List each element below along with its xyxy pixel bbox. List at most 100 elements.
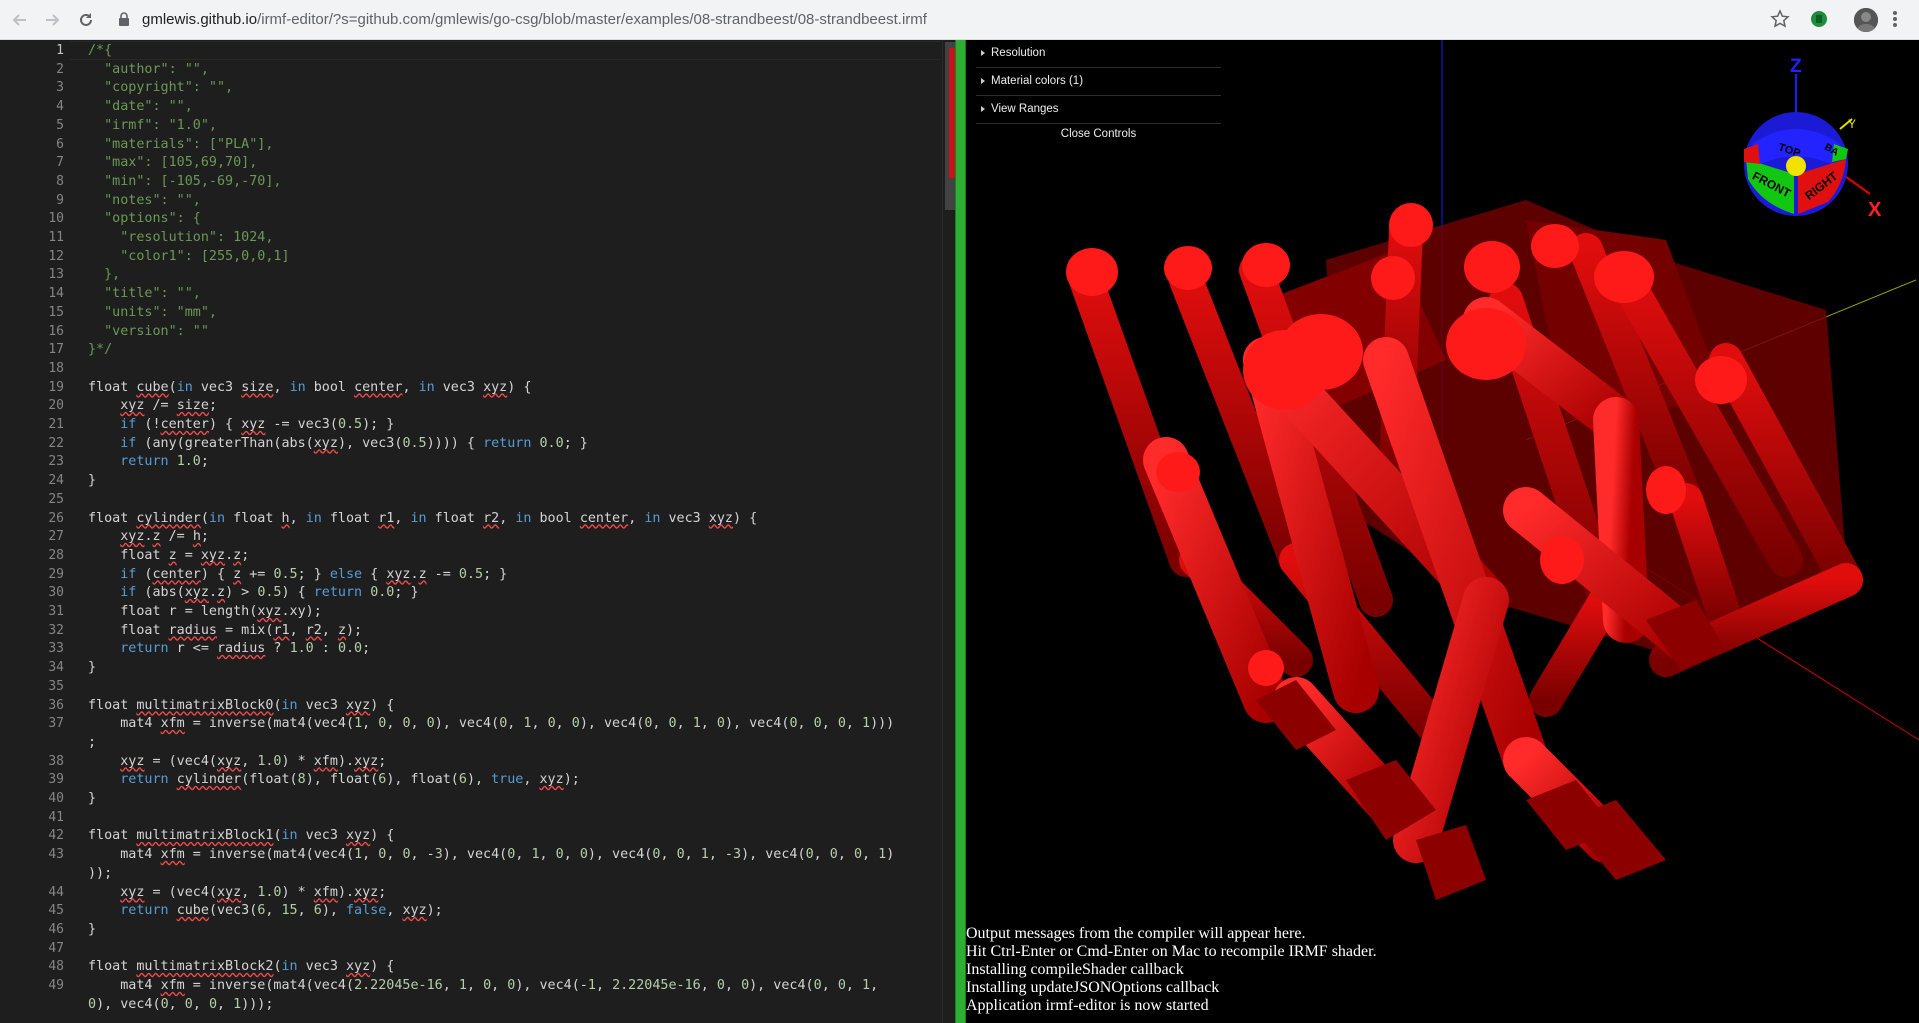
code-line[interactable]: float z = xyz.z; [88, 546, 249, 565]
code-line[interactable]: } [88, 658, 96, 677]
code-line[interactable]: "min": [-105,-69,-70], [88, 172, 281, 191]
gizmo-z-label: Z [1790, 56, 1802, 77]
line-number: 17 [48, 342, 64, 358]
code-line[interactable]: float multimatrixBlock1(in vec3 xyz) { [88, 826, 394, 845]
split-divider[interactable] [955, 40, 966, 1023]
code-line[interactable]: if (!center) { xyz -= vec3(0.5); } [88, 415, 394, 434]
menu-icon[interactable] [1892, 9, 1898, 34]
code-editor[interactable]: 1 2 3 4 5 6 7 8 9 10 11 12 13 14 15 16 17 18 19 20 21 22 23 24 2… [0, 40, 955, 1023]
code-line[interactable]: "max": [105,69,70], [88, 153, 257, 172]
line-number: 8 [56, 173, 64, 189]
code-line[interactable]: xyz = (vec4(xyz, 1.0) * xfm).xyz; [88, 883, 386, 902]
line-number: 25 [48, 491, 64, 507]
code-line[interactable]: xyz = (vec4(xyz, 1.0) * xfm).xyz; [88, 752, 386, 771]
code-line[interactable]: "units": "mm", [88, 303, 217, 322]
code-line[interactable]: float multimatrixBlock0(in vec3 xyz) { [88, 696, 394, 715]
controls-material-colors[interactable]: Material colors (1) [976, 68, 1221, 96]
code-line[interactable]: "title": "", [88, 284, 201, 303]
code-line[interactable]: float multimatrixBlock2(in vec3 xyz) { [88, 957, 394, 976]
code-line[interactable]: } [88, 789, 96, 808]
avatar[interactable] [1854, 8, 1878, 32]
code-line[interactable]: return r <= radius ? 1.0 : 0.0; [88, 639, 370, 658]
line-number: 38 [48, 753, 64, 769]
console-line: Output messages from the compiler will a… [966, 925, 1306, 942]
line-number: 4 [56, 99, 64, 115]
back-icon[interactable] [8, 8, 32, 32]
line-number: 43 [48, 847, 64, 863]
code-line[interactable]: if (center) { z += 0.5; } else { xyz.z -… [88, 565, 507, 584]
console-line: Application irmf-editor is now started [966, 997, 1209, 1014]
code-line[interactable]: return cylinder(float(8), float(6), floa… [88, 770, 580, 789]
orientation-gizmo[interactable]: Z X Y TOP FRONT RIGHT BA [1722, 54, 1882, 224]
line-number: 44 [48, 884, 64, 900]
code-line[interactable]: if (any(greaterThan(abs(xyz), vec3(0.5))… [88, 434, 588, 453]
line-number: 36 [48, 697, 64, 713]
code-line[interactable]: )); [88, 864, 112, 883]
code-line[interactable]: /*{ [88, 41, 112, 60]
code-line[interactable]: "options": { [88, 209, 201, 228]
code-line[interactable]: float r = length(xyz.xy); [88, 602, 322, 621]
code-line[interactable]: mat4 xfm = inverse(mat4(vec4(1, 0, 0, -3… [88, 845, 894, 864]
address-bar[interactable]: gmlewis.github.io/irmf-editor/?s=github.… [108, 5, 1768, 35]
line-number: 32 [48, 622, 64, 638]
code-line[interactable]: ; [88, 733, 96, 752]
code-line[interactable]: float cube(in vec3 size, in bool center,… [88, 378, 531, 397]
code-line[interactable]: "author": "", [88, 60, 209, 79]
line-number: 16 [48, 323, 64, 339]
browser-toolbar: gmlewis.github.io/irmf-editor/?s=github.… [0, 0, 1919, 40]
line-number-gutter: 1 2 3 4 5 6 7 8 9 10 11 12 13 14 15 16 17 18 19 20 21 22 23 24 2… [0, 40, 70, 1023]
code-line[interactable]: xyz.z /= h; [88, 527, 209, 546]
line-number: 12 [48, 248, 64, 264]
code-line[interactable]: mat4 xfm = inverse(mat4(vec4(2.22045e-16… [88, 976, 878, 995]
extension-icon[interactable] [1810, 10, 1828, 28]
code-area[interactable]: /*{ "author": "", "copyright": "", "date… [88, 40, 933, 1023]
line-number: 24 [48, 473, 64, 489]
render-viewport[interactable]: Resolution Material colors (1) View Rang… [966, 40, 1919, 1023]
code-line[interactable]: return cube(vec3(6, 15, 6), false, xyz); [88, 901, 443, 920]
line-number: 5 [56, 117, 64, 133]
line-number: 21 [48, 417, 64, 432]
code-line[interactable]: if (abs(xyz.z) > 0.5) { return 0.0; } [88, 583, 418, 602]
code-line[interactable]: float radius = mix(r1, r2, z); [88, 621, 362, 640]
line-number: 39 [48, 772, 64, 788]
code-line[interactable]: "irmf": "1.0", [88, 116, 217, 135]
line-number: 48 [48, 959, 64, 975]
code-line[interactable]: "materials": ["PLA"], [88, 135, 273, 154]
code-line[interactable]: } [88, 920, 96, 939]
controls-resolution[interactable]: Resolution [976, 40, 1221, 68]
code-line[interactable]: "date": "", [88, 97, 193, 116]
lock-icon[interactable] [118, 12, 130, 32]
line-number: 3 [56, 80, 64, 96]
line-number: 35 [48, 678, 64, 694]
forward-icon[interactable] [40, 8, 64, 32]
line-number: 9 [56, 192, 64, 208]
code-line[interactable]: "resolution": 1024, [88, 228, 273, 247]
close-controls-button[interactable]: Close Controls [976, 124, 1221, 144]
expand-triangle-icon [981, 78, 985, 84]
url-text[interactable]: gmlewis.github.io/irmf-editor/?s=github.… [142, 11, 927, 28]
code-line[interactable]: xyz /= size; [88, 396, 217, 415]
line-number: 2 [56, 61, 64, 77]
code-line[interactable]: return 1.0; [88, 452, 209, 471]
code-line[interactable]: float cylinder(in float h, in float r1, … [88, 509, 757, 528]
code-line[interactable]: "notes": "", [88, 191, 201, 210]
line-number: 46 [48, 921, 64, 937]
code-line[interactable]: }*/ [88, 340, 112, 359]
code-line[interactable]: "color1": [255,0,0,1] [88, 247, 289, 266]
line-number: 23 [48, 454, 64, 470]
code-line[interactable]: } [88, 471, 96, 490]
reload-icon[interactable] [74, 8, 98, 32]
line-number: 15 [48, 304, 64, 320]
line-number: 47 [48, 940, 64, 956]
line-number: 18 [48, 360, 64, 376]
line-number: 45 [48, 903, 64, 919]
code-line[interactable]: mat4 xfm = inverse(mat4(vec4(1, 0, 0, 0)… [88, 714, 894, 733]
code-line[interactable]: "version": "" [88, 322, 209, 341]
code-line[interactable]: "copyright": "", [88, 78, 233, 97]
star-icon[interactable] [1770, 9, 1790, 34]
controls-view-ranges[interactable]: View Ranges [976, 96, 1221, 124]
line-number: 29 [48, 566, 64, 582]
line-number: 22 [48, 435, 64, 451]
code-line[interactable]: }, [88, 265, 120, 284]
code-line[interactable]: 0), vec4(0, 0, 0, 1))); [88, 995, 273, 1014]
